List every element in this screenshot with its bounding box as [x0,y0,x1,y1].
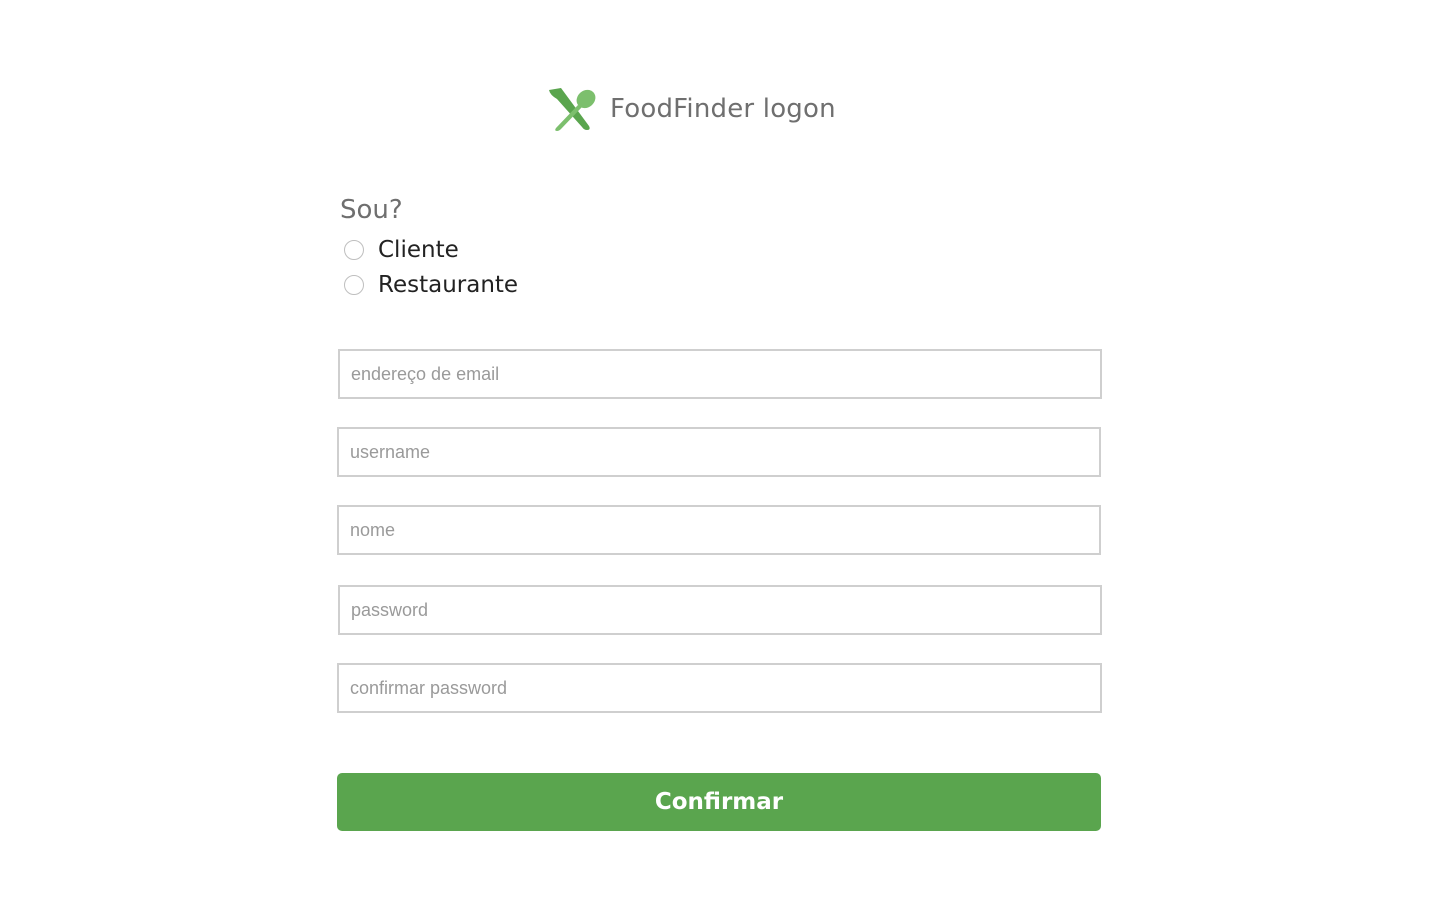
email-input[interactable] [340,351,1100,397]
role-option-restaurante[interactable]: Restaurante [340,267,518,302]
username-field [337,427,1101,477]
page-title: FoodFinder logon [610,94,836,124]
restaurante-label: Restaurante [378,271,519,298]
restaurante-radio[interactable] [344,274,364,295]
password-field [338,585,1102,635]
confirm-password-field [337,663,1102,713]
cliente-label: Cliente [378,236,459,263]
cliente-radio[interactable] [344,239,364,260]
username-input[interactable] [339,429,1099,475]
confirm-button[interactable]: Confirmar [337,773,1101,831]
app-header: FoodFinder logon [547,84,836,134]
role-selector: Sou? Cliente Restaurante [340,192,518,302]
fork-and-spoon-icon [549,88,596,131]
confirm-password-input[interactable] [339,665,1100,711]
nome-field [337,505,1101,555]
role-question: Sou? [340,195,403,225]
nome-input[interactable] [339,507,1099,553]
email-field [338,349,1102,399]
role-option-cliente[interactable]: Cliente [340,232,518,267]
password-input[interactable] [340,587,1100,633]
